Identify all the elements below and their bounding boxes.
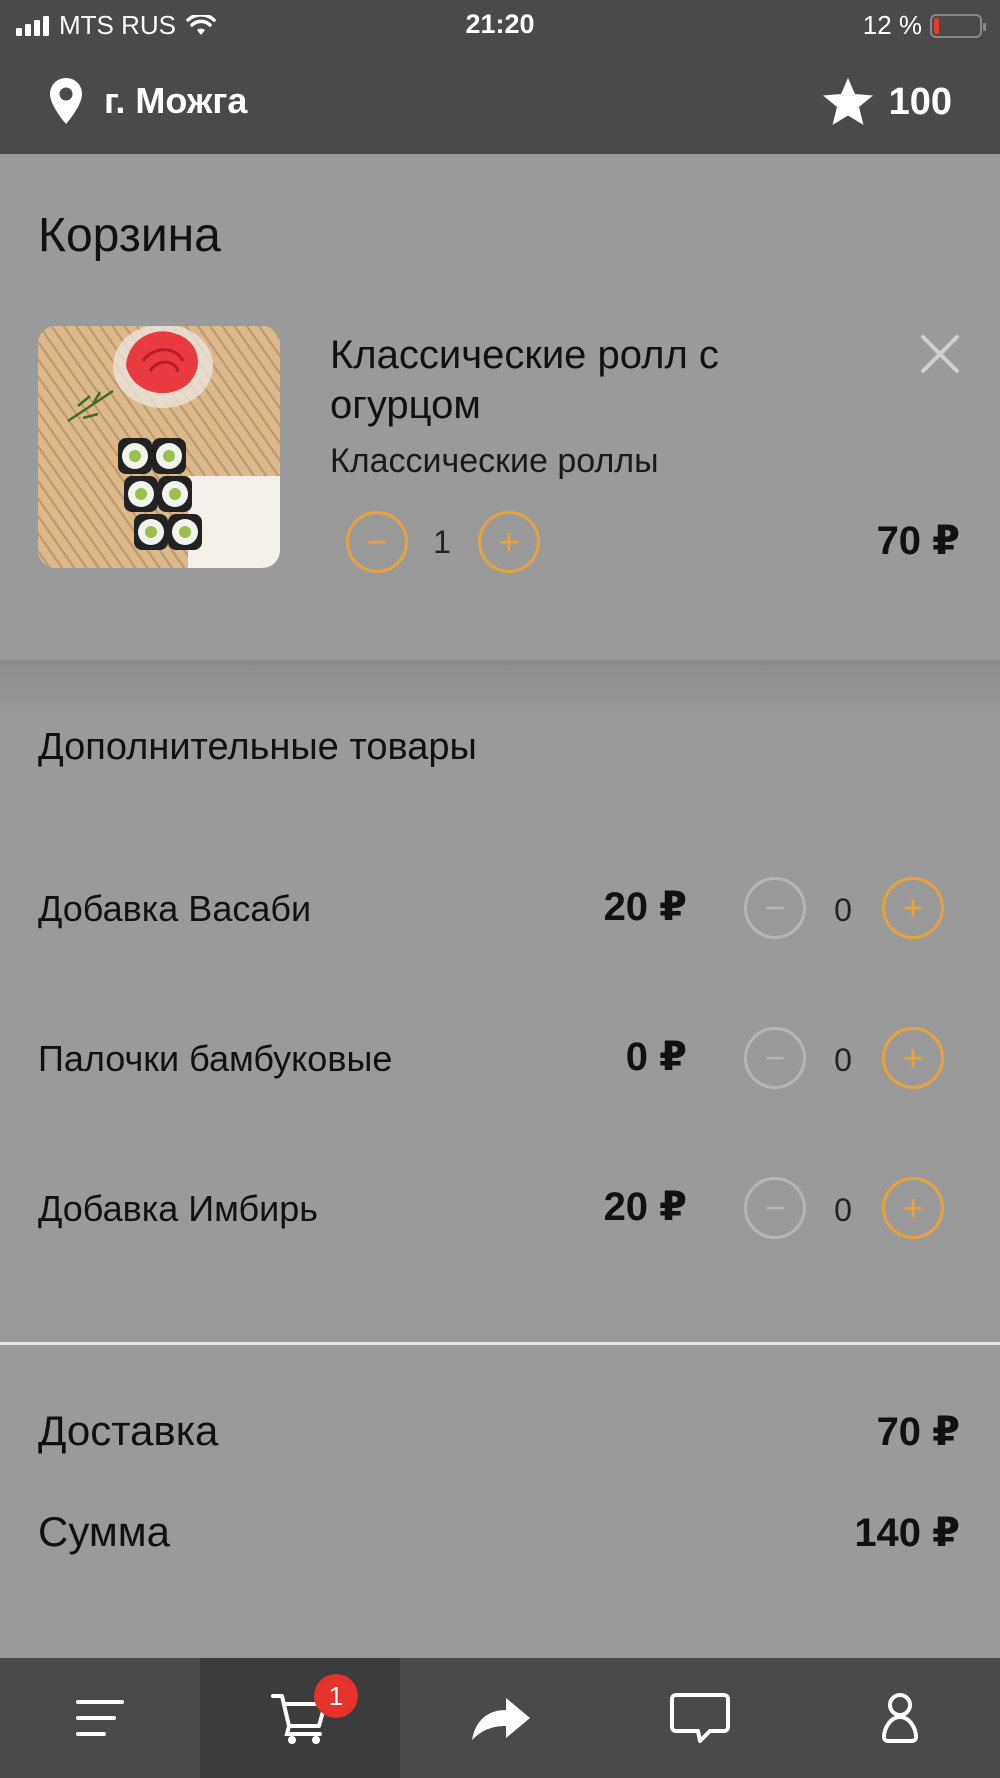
extra-item-quantity: 0 [834,1192,852,1228]
chat-icon [670,1693,730,1743]
tab-menu[interactable] [0,1658,200,1778]
delivery-value: 70 ₽ [876,1410,960,1454]
increase-quantity-button[interactable]: + [478,511,540,573]
tab-cart[interactable]: 1 [200,1658,400,1778]
decrease-quantity-button[interactable]: − [346,511,408,573]
cart-title: Корзина [38,209,221,262]
status-time: 21:20 [465,9,535,39]
extra-increase-button[interactable]: + [882,1027,944,1089]
minus-icon: − [366,521,388,562]
cart-badge: 1 [314,1674,358,1718]
sum-label: Сумма [38,1508,170,1555]
plus-icon: + [902,1187,924,1228]
product-name: Классические ролл с огурцом [330,333,719,427]
app-header: г. Можга 100 [0,50,1000,154]
extra-decrease-button[interactable]: − [744,1177,806,1239]
product-image [38,326,280,568]
city-selector[interactable]: г. Можга [48,76,247,126]
menu-icon [76,1700,124,1736]
extra-item-price: 20 ₽ [603,1185,687,1229]
extra-item-name: Палочки бамбуковые [38,1038,393,1079]
item-quantity: 1 [433,524,451,560]
extra-increase-button[interactable]: + [882,1177,944,1239]
extra-item-quantity: 0 [834,1042,852,1078]
minus-icon: − [764,1037,786,1078]
product-category: Классические роллы [330,442,659,480]
extra-item-quantity: 0 [834,892,852,928]
tab-chat[interactable] [600,1658,800,1778]
remove-item-button[interactable] [918,332,962,376]
battery-icon [930,13,986,38]
status-bar: MTS RUS 21:20 12 % [0,0,1000,50]
totals-divider [0,1342,1000,1345]
extra-item-price: 20 ₽ [603,885,687,929]
battery-percent: 12 % [862,10,922,40]
plus-icon: + [498,521,520,562]
minus-icon: − [764,887,786,928]
plus-icon: + [902,1037,924,1078]
plus-icon: + [902,887,924,928]
extra-item-price: 0 ₽ [625,1035,687,1079]
minus-icon: − [764,1187,786,1228]
sum-value: 140 ₽ [854,1511,960,1555]
share-icon [472,1698,530,1740]
extra-increase-button[interactable]: + [882,877,944,939]
extra-item-name: Добавка Имбирь [38,1188,319,1229]
tab-share[interactable] [400,1658,600,1778]
item-price: 70 ₽ [876,519,960,563]
tab-profile[interactable] [800,1658,1000,1778]
extra-decrease-button[interactable]: − [744,877,806,939]
section-separator [0,660,1000,720]
star-icon [822,78,873,125]
city-label: г. Можга [104,80,248,121]
bonus-points[interactable]: 100 [821,76,952,128]
points-value: 100 [888,80,952,123]
status-right: 12 % [862,10,986,41]
extra-decrease-button[interactable]: − [744,1027,806,1089]
tab-bar: 1 [0,1658,1000,1778]
location-pin-icon [50,78,82,124]
profile-icon [881,1693,919,1743]
extras-title: Дополнительные товары [38,726,477,768]
extra-item-name: Добавка Васаби [38,888,312,929]
delivery-label: Доставка [38,1407,219,1454]
